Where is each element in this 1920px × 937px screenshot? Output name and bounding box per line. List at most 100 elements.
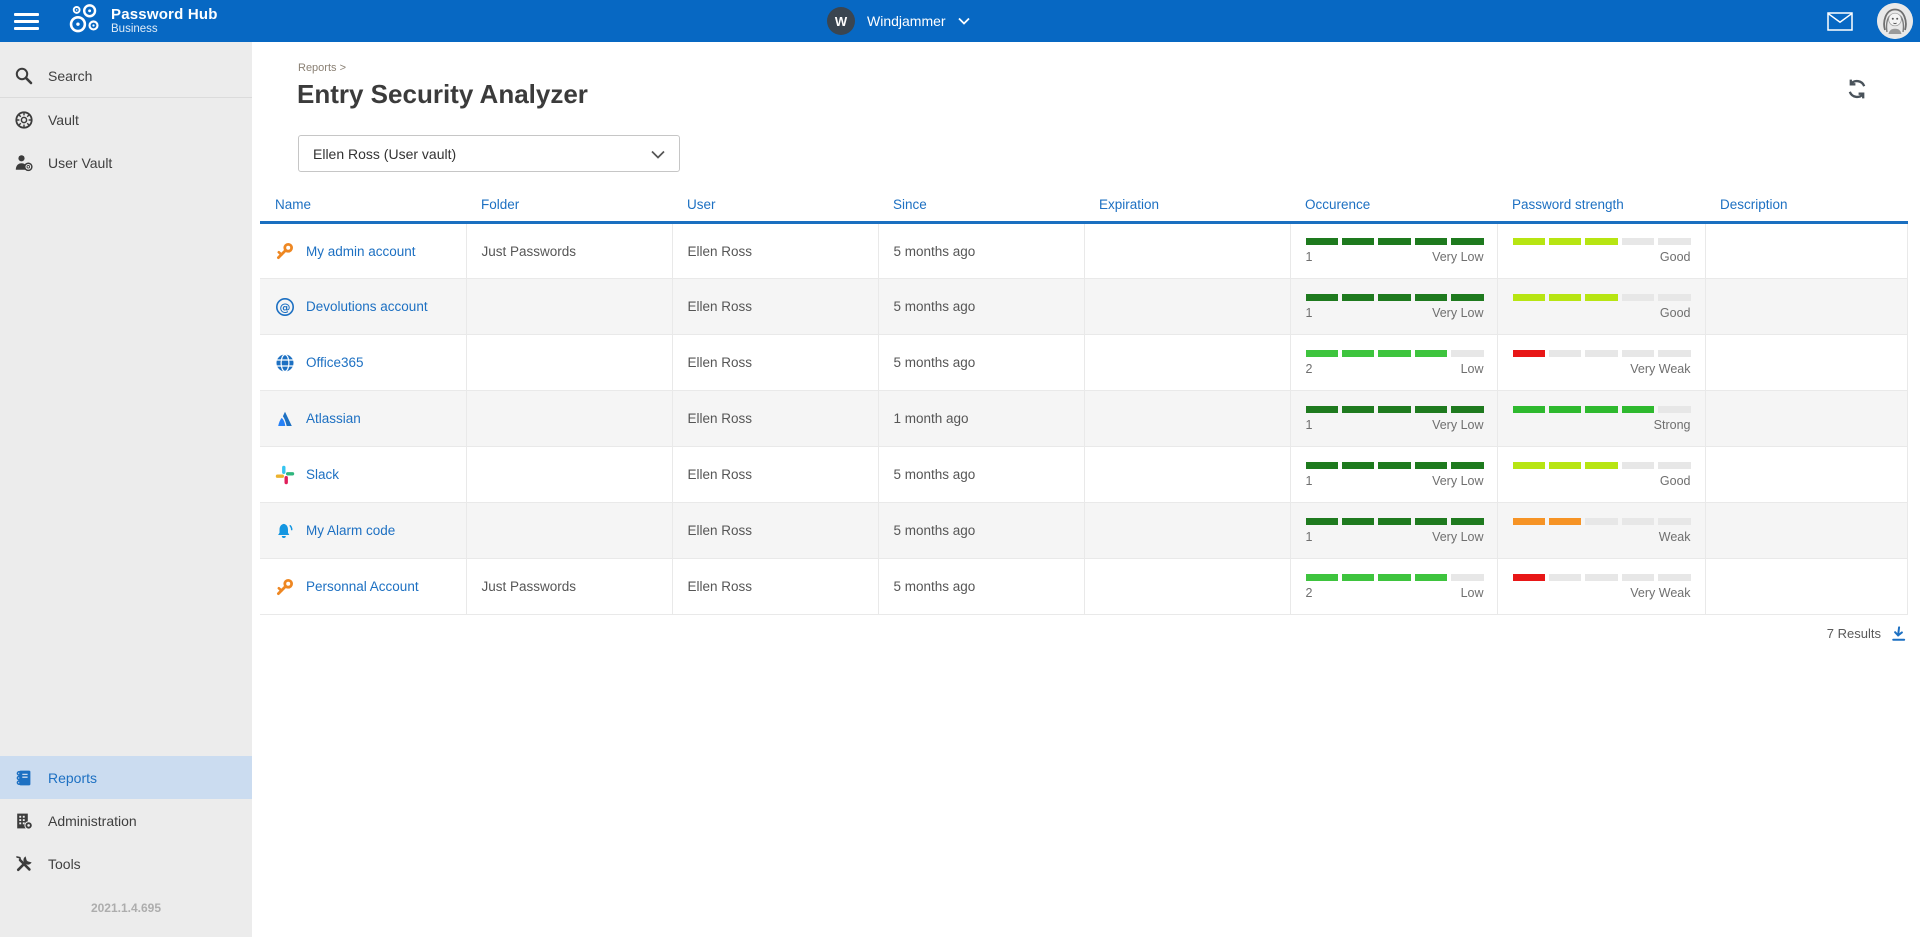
strength-label: Good	[1660, 250, 1691, 264]
entry-link[interactable]: Office365	[306, 355, 364, 370]
occurrence-bar	[1306, 406, 1484, 413]
brand-edition: Business	[111, 23, 218, 35]
cell-user: Ellen Ross	[672, 335, 878, 391]
tenant-initial-badge: W	[827, 7, 855, 35]
profile-avatar[interactable]	[1877, 3, 1913, 39]
entry-link[interactable]: Devolutions account	[306, 299, 428, 314]
cell-description	[1705, 335, 1907, 391]
column-header-user[interactable]: User	[672, 197, 878, 223]
vault-selector[interactable]: Ellen Ross (User vault)	[298, 135, 680, 172]
sidebar-item-reports[interactable]: Reports	[0, 756, 252, 799]
sidebar: Search Vault User Vault Reports Administ…	[0, 42, 252, 937]
strength-bar	[1513, 574, 1691, 581]
entry-link[interactable]: Atlassian	[306, 411, 361, 426]
column-header-expiration[interactable]: Expiration	[1084, 197, 1290, 223]
sidebar-item-label: Tools	[48, 856, 81, 872]
profile-avatar-image	[1877, 3, 1913, 39]
occurrence-count: 1	[1306, 530, 1313, 544]
cell-description	[1705, 447, 1907, 503]
cell-since: 5 months ago	[878, 447, 1084, 503]
hamburger-menu-icon[interactable]	[14, 13, 39, 30]
table-row: My Alarm code Ellen Ross 5 months ago 1 V…	[260, 503, 1907, 559]
occurrence-count: 1	[1306, 418, 1313, 432]
refresh-button[interactable]	[1845, 77, 1869, 101]
column-header-folder[interactable]: Folder	[466, 197, 672, 223]
breadcrumb-reports-link[interactable]: Reports	[298, 62, 337, 74]
cell-folder: Just Passwords	[466, 559, 672, 615]
cell-user: Ellen Ross	[672, 279, 878, 335]
column-header-occurence[interactable]: Occurence	[1290, 197, 1497, 223]
occurrence-bar	[1306, 518, 1484, 525]
sidebar-item-tools[interactable]: Tools	[0, 842, 252, 885]
column-header-password-strength[interactable]: Password strength	[1497, 197, 1705, 223]
tools-icon	[13, 853, 35, 875]
entry-link[interactable]: My Alarm code	[306, 523, 395, 538]
mail-icon[interactable]	[1827, 12, 1853, 31]
globe-icon	[275, 353, 295, 373]
occurrence-bar	[1306, 462, 1484, 469]
cell-folder	[466, 335, 672, 391]
table-row: @ Devolutions account Ellen Ross 5 month…	[260, 279, 1907, 335]
column-header-description[interactable]: Description	[1705, 197, 1907, 223]
occurrence-bar	[1306, 574, 1484, 581]
cell-expiration	[1084, 279, 1290, 335]
administration-icon	[13, 810, 35, 832]
app-version: 2021.1.4.695	[0, 901, 252, 915]
sidebar-item-vault[interactable]: Vault	[0, 98, 252, 141]
svg-text:@: @	[280, 300, 291, 313]
cell-since: 5 months ago	[878, 335, 1084, 391]
cell-description	[1705, 279, 1907, 335]
tenant-name: Windjammer	[867, 13, 946, 29]
page-title: Entry Security Analyzer	[297, 79, 1920, 110]
cell-description	[1705, 503, 1907, 559]
occurrence-count: 2	[1306, 362, 1313, 376]
occurrence-bar	[1306, 238, 1484, 245]
entry-link[interactable]: My admin account	[306, 244, 416, 259]
chevron-down-icon	[651, 146, 665, 162]
strength-label: Strong	[1654, 418, 1691, 432]
cell-expiration	[1084, 391, 1290, 447]
chevron-down-icon	[958, 12, 970, 30]
strength-bar	[1513, 350, 1691, 357]
cell-folder: Just Passwords	[466, 223, 672, 279]
reports-icon	[13, 767, 35, 789]
download-icon[interactable]	[1890, 625, 1907, 642]
cell-folder	[466, 279, 672, 335]
search-icon	[13, 65, 35, 87]
sidebar-item-label: Administration	[48, 813, 137, 829]
strength-bar	[1513, 294, 1691, 301]
occurrence-label: Very Low	[1432, 530, 1483, 544]
column-header-name[interactable]: Name	[260, 197, 466, 223]
user-vault-icon	[13, 152, 35, 174]
sidebar-item-user-vault[interactable]: User Vault	[0, 141, 252, 184]
strength-label: Good	[1660, 474, 1691, 488]
occurrence-count: 1	[1306, 306, 1313, 320]
strength-label: Weak	[1659, 530, 1691, 544]
occurrence-bar	[1306, 350, 1484, 357]
entry-link[interactable]: Personnal Account	[306, 579, 419, 594]
sidebar-item-search[interactable]: Search	[0, 55, 252, 98]
occurrence-bar	[1306, 294, 1484, 301]
vault-selector-value: Ellen Ross (User vault)	[313, 146, 456, 162]
cell-user: Ellen Ross	[672, 503, 878, 559]
strength-label: Good	[1660, 306, 1691, 320]
top-bar: Password Hub Business W Windjammer	[0, 0, 1920, 42]
cell-since: 1 month ago	[878, 391, 1084, 447]
cell-since: 5 months ago	[878, 223, 1084, 279]
tenant-switcher[interactable]: W Windjammer	[827, 0, 970, 42]
sidebar-item-label: User Vault	[48, 155, 112, 171]
key-icon	[275, 577, 295, 597]
vault-icon	[13, 109, 35, 131]
cell-user: Ellen Ross	[672, 447, 878, 503]
devolutions-account-icon: @	[275, 297, 295, 317]
cell-since: 5 months ago	[878, 559, 1084, 615]
atlassian-icon	[275, 409, 295, 429]
sidebar-item-administration[interactable]: Administration	[0, 799, 252, 842]
column-header-since[interactable]: Since	[878, 197, 1084, 223]
entry-link[interactable]: Slack	[306, 467, 339, 482]
strength-label: Very Weak	[1630, 362, 1690, 376]
occurrence-label: Very Low	[1432, 418, 1483, 432]
bell-icon	[275, 521, 295, 541]
refresh-icon	[1845, 77, 1869, 101]
cell-since: 5 months ago	[878, 503, 1084, 559]
